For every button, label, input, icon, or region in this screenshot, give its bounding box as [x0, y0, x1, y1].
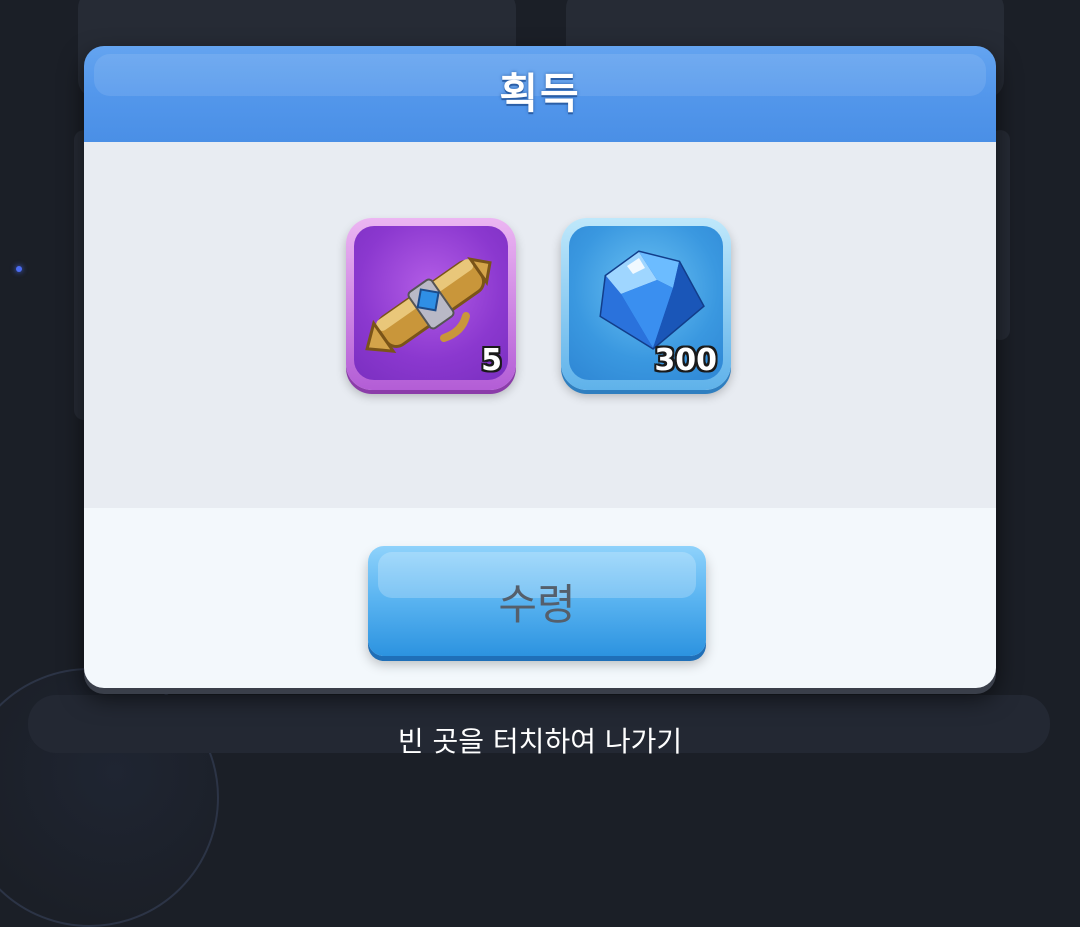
modal-body — [84, 142, 996, 508]
modal-title: 획득 — [499, 69, 581, 118]
reward-item-scroll[interactable]: 5 — [346, 218, 516, 390]
reward-quantity: 300 — [654, 343, 717, 378]
exit-hint: 빈 곳을 터치하여 나가기 — [397, 725, 683, 758]
claim-button[interactable]: 수령 — [368, 546, 706, 656]
background-sparkle — [16, 266, 22, 272]
reward-quantity: 5 — [481, 343, 502, 378]
claim-button-label: 수령 — [498, 579, 576, 629]
reward-item-diamond[interactable]: 300 — [561, 218, 731, 390]
